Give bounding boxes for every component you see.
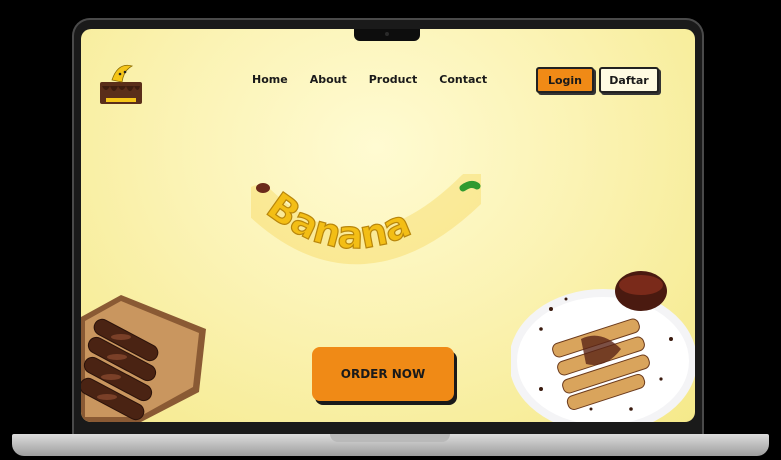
hero-title-text: Banana: [258, 183, 417, 258]
chocolate-crepes-plate-image: [511, 271, 695, 422]
main-nav: Home About Product Contact: [252, 73, 487, 86]
nav-product[interactable]: Product: [369, 73, 418, 86]
register-button[interactable]: Daftar: [599, 67, 659, 93]
website-screen: Home About Product Contact Login Daftar …: [81, 29, 695, 422]
camera-icon: [385, 32, 389, 36]
nav-about[interactable]: About: [310, 73, 347, 86]
camera-notch: [354, 29, 420, 41]
laptop-mockup: Home About Product Contact Login Daftar …: [0, 0, 781, 460]
svg-text:Banana: Banana: [259, 184, 417, 258]
nav-contact[interactable]: Contact: [439, 73, 487, 86]
laptop-base-groove: [330, 434, 450, 442]
login-button[interactable]: Login: [536, 67, 594, 93]
chocolate-banana-box-image: [81, 295, 206, 422]
order-now-button[interactable]: ORDER NOW: [312, 347, 454, 401]
hero-title: Banana: [251, 174, 481, 265]
nav-home[interactable]: Home: [252, 73, 288, 86]
banana-logo-icon[interactable]: [98, 56, 144, 108]
